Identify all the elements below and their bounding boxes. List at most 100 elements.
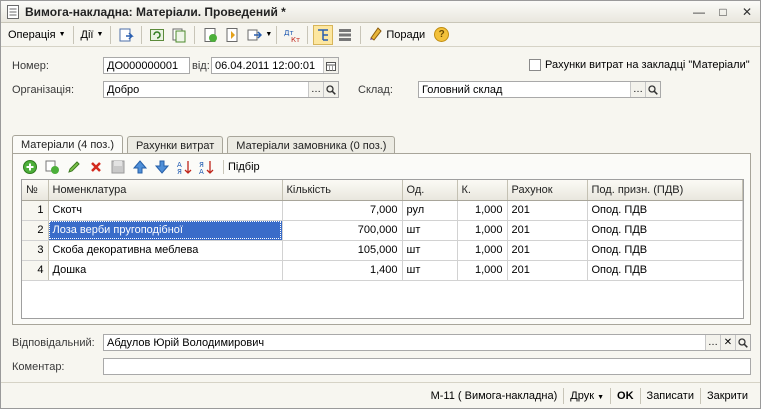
structure-icon[interactable] — [313, 24, 334, 45]
costs-on-materials-checkbox[interactable]: Рахунки витрат на закладці "Матеріали" — [529, 59, 750, 71]
table-row[interactable]: 3 Скоба декоративна меблева 105,000 шт 1… — [22, 240, 743, 261]
cell-tax[interactable]: Опод. ПДВ — [587, 220, 743, 241]
enter-based-icon[interactable] — [222, 25, 242, 45]
close-button[interactable]: Закрити — [701, 390, 754, 402]
debit-credit-icon[interactable]: Дт Кт — [282, 25, 302, 45]
cell-unit[interactable]: шт — [402, 240, 458, 261]
search-icon[interactable] — [323, 82, 338, 97]
warehouse-field[interactable]: Головний склад … — [418, 81, 661, 98]
cell-tax[interactable]: Опод. ПДВ — [587, 260, 743, 281]
from-label: від: — [192, 60, 210, 72]
tab-customer-materials[interactable]: Матеріали замовника (0 поз.) — [227, 136, 396, 154]
ellipsis-icon[interactable]: … — [630, 82, 645, 97]
delete-row-icon[interactable] — [87, 158, 105, 176]
date-field[interactable]: 06.04.2011 12:00:01 — [211, 57, 339, 74]
ellipsis-icon[interactable]: … — [308, 82, 323, 97]
cell-coefficient[interactable]: 1,000 — [457, 240, 508, 261]
search-icon[interactable] — [735, 335, 750, 350]
toolbar-separator — [276, 25, 278, 44]
add-row-icon[interactable] — [21, 158, 39, 176]
number-field[interactable]: ДО000000001 — [103, 57, 190, 74]
cell-index[interactable]: 3 — [22, 240, 49, 261]
cell-coefficient[interactable]: 1,000 — [457, 200, 508, 221]
print-menu[interactable]: Друк ▼ — [564, 390, 610, 402]
cell-account[interactable]: 201 — [507, 260, 588, 281]
cell-quantity[interactable]: 700,000 — [282, 220, 403, 241]
selection-button[interactable]: Підбір — [228, 161, 260, 173]
cell-nomenclature-selected[interactable]: Лоза верби пругоподібної — [48, 220, 283, 241]
checkbox-box[interactable] — [529, 59, 541, 71]
cell-unit[interactable]: шт — [402, 220, 458, 241]
save-button[interactable]: Записати — [641, 390, 700, 402]
organization-field[interactable]: Добро … — [103, 81, 339, 98]
cell-quantity[interactable]: 7,000 — [282, 200, 403, 221]
based-on-icon[interactable] — [200, 25, 220, 45]
ok-button[interactable]: OK — [611, 390, 640, 402]
post-document-icon[interactable] — [116, 25, 136, 45]
cell-quantity[interactable]: 1,400 — [282, 260, 403, 281]
search-icon[interactable] — [645, 82, 660, 97]
edit-row-icon[interactable] — [65, 158, 83, 176]
cell-unit[interactable]: рул — [402, 200, 458, 221]
warehouse-value: Головний склад — [422, 83, 503, 96]
chevron-down-icon[interactable]: ▼ — [265, 31, 272, 38]
table-row[interactable]: 4 Дошка 1,400 шт 1,000 201 Опод. ПДВ — [22, 260, 743, 281]
list-view-icon[interactable] — [335, 25, 355, 45]
end-edit-icon[interactable] — [109, 158, 127, 176]
maximize-button[interactable]: □ — [714, 4, 732, 19]
cell-coefficient[interactable]: 1,000 — [457, 220, 508, 241]
help-icon[interactable]: ? — [434, 27, 450, 42]
cell-nomenclature[interactable]: Скоба декоративна меблева — [48, 240, 283, 261]
responsible-field[interactable]: Абдулов Юрій Володимирович … ✕ — [103, 334, 751, 351]
tips-button[interactable]: Поради — [365, 25, 428, 45]
column-header-index[interactable]: № — [22, 180, 49, 201]
cell-account[interactable]: 201 — [507, 200, 588, 221]
column-header-quantity[interactable]: Кількість — [282, 180, 403, 201]
move-up-icon[interactable] — [131, 158, 149, 176]
cell-index[interactable]: 4 — [22, 260, 49, 281]
cell-account[interactable]: 201 — [507, 240, 588, 261]
sort-descending-icon[interactable]: ЯА — [197, 158, 215, 176]
go-to-icon[interactable] — [244, 25, 264, 45]
cell-account[interactable]: 201 — [507, 220, 588, 241]
table-row[interactable]: 2 Лоза верби пругоподібної 700,000 шт 1,… — [22, 220, 743, 241]
calendar-icon[interactable] — [323, 58, 338, 73]
cell-tax[interactable]: Опод. ПДВ — [587, 240, 743, 261]
refresh-icon[interactable] — [147, 25, 167, 45]
column-header-tax[interactable]: Под. призн. (ПДВ) — [587, 180, 743, 201]
cell-coefficient[interactable]: 1,000 — [457, 260, 508, 281]
column-header-unit[interactable]: Од. — [402, 180, 458, 201]
cell-index[interactable]: 1 — [22, 200, 49, 221]
materials-table: № Номенклатура Кількість Од. К. Рахунок … — [21, 179, 744, 319]
organization-value: Добро — [107, 83, 140, 96]
cell-index[interactable]: 2 — [22, 220, 49, 241]
close-window-button[interactable]: ✕ — [738, 4, 756, 19]
actions-menu[interactable]: Дії ▼ — [78, 25, 107, 45]
cell-nomenclature[interactable]: Скотч — [48, 200, 283, 221]
print-form-button[interactable]: М-11 ( Вимога-накладна) — [425, 390, 564, 402]
comment-field[interactable] — [103, 358, 751, 375]
toolbar-separator — [110, 25, 112, 44]
cell-quantity[interactable]: 105,000 — [282, 240, 403, 261]
cell-nomenclature[interactable]: Дошка — [48, 260, 283, 281]
main-toolbar: Операція ▼ Дії ▼ ▼ Дт Кт Поради ? — [1, 23, 760, 47]
column-header-account[interactable]: Рахунок — [507, 180, 588, 201]
ellipsis-icon[interactable]: … — [705, 335, 720, 350]
cell-tax[interactable]: Опод. ПДВ — [587, 200, 743, 221]
toolbar-separator — [360, 25, 362, 44]
minimize-button[interactable]: — — [690, 4, 708, 19]
column-header-coefficient[interactable]: К. — [457, 180, 508, 201]
move-down-icon[interactable] — [153, 158, 171, 176]
toolbar-separator — [194, 25, 196, 44]
column-header-nomenclature[interactable]: Номенклатура — [48, 180, 283, 201]
cell-unit[interactable]: шт — [402, 260, 458, 281]
copy-row-icon[interactable] — [43, 158, 61, 176]
table-row[interactable]: 1 Скотч 7,000 рул 1,000 201 Опод. ПДВ — [22, 200, 743, 221]
tab-materials[interactable]: Матеріали (4 поз.) — [12, 135, 124, 154]
operation-menu-label: Операція — [8, 28, 56, 41]
clear-icon[interactable]: ✕ — [720, 335, 735, 350]
tab-cost-accounts[interactable]: Рахунки витрат — [127, 136, 224, 154]
copy-document-icon[interactable] — [169, 25, 189, 45]
sort-ascending-icon[interactable]: АЯ — [175, 158, 193, 176]
operation-menu[interactable]: Операція ▼ — [5, 25, 69, 45]
